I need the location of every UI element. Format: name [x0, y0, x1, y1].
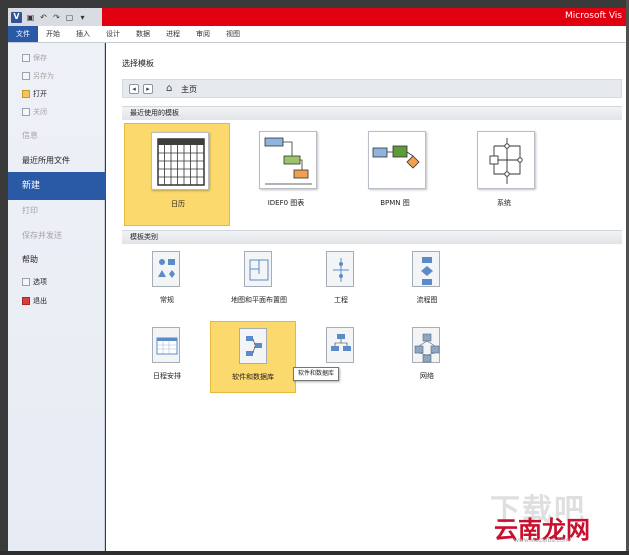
flowchart-icon [408, 251, 440, 290]
recent-template-bpmn[interactable]: BPMN 图 [342, 123, 448, 226]
category-label: 流程图 [416, 296, 438, 304]
template-label: IDEF0 图表 [267, 199, 305, 207]
idef0-thumbnail-icon [259, 131, 317, 189]
category-hidden-by-tooltip[interactable] [298, 321, 384, 393]
category-label: 日程安排 [153, 372, 181, 380]
redo-icon[interactable]: ↷ [52, 13, 61, 22]
nav-close[interactable]: 关闭 [22, 107, 47, 117]
ribbon-tabs: 文件 开始 插入 设计 数据 进程 审阅 视图 [8, 26, 626, 43]
save-icon [22, 54, 30, 62]
watermark-logo: 下载吧 云南龙网 www.xiazaiba.com [470, 485, 620, 545]
new-icon[interactable]: ▢ [65, 13, 74, 22]
template-panel: 选择模板 ◂ ▸ ⌂ 主页 最近使用的模板 日历 IDEF0 图表 BPMN 图… [106, 43, 626, 551]
close-file-icon [22, 108, 30, 116]
tab-design[interactable]: 设计 [98, 26, 128, 42]
app-title: Microsoft Vis [565, 11, 622, 21]
undo-icon[interactable]: ↶ [39, 13, 48, 22]
watermark-url: www.xiazaiba.com [514, 537, 570, 544]
window-frame-bottom [0, 551, 629, 555]
template-label: BPMN 图 [380, 199, 410, 207]
tab-review[interactable]: 审阅 [188, 26, 218, 42]
visio-logo-icon[interactable]: V [11, 11, 22, 23]
tab-home[interactable]: 开始 [38, 26, 68, 42]
nav-print[interactable]: 打印 [22, 205, 38, 216]
schedule-icon [148, 327, 180, 366]
category-flowchart[interactable]: 流程图 [384, 245, 470, 317]
recent-template-system[interactable]: 系统 [451, 123, 557, 226]
org-chart-icon [322, 327, 354, 366]
category-engineering[interactable]: 工程 [298, 245, 384, 317]
folder-icon [22, 90, 30, 98]
tab-view[interactable]: 视图 [218, 26, 248, 42]
options-icon [22, 278, 30, 286]
template-label: 系统 [497, 199, 511, 207]
nav-save-send[interactable]: 保存并发送 [22, 230, 62, 241]
home-icon[interactable]: ⌂ [166, 83, 172, 94]
exit-icon [22, 297, 30, 305]
save-icon[interactable]: ▣ [26, 13, 35, 22]
save-as-icon [22, 72, 30, 80]
calendar-thumbnail-icon [151, 132, 209, 190]
tab-file[interactable]: 文件 [8, 26, 38, 42]
category-schedule[interactable]: 日程安排 [124, 321, 210, 393]
backstage-nav: 保存 另存为 打开 关闭 信息 最近所用文件 新建 打印 保存并发送 帮助 选项… [8, 43, 115, 551]
template-navbar: ◂ ▸ ⌂ 主页 [122, 79, 622, 98]
category-label: 工程 [334, 296, 348, 304]
template-label: 日历 [171, 200, 185, 208]
bpmn-thumbnail-icon [368, 131, 426, 189]
category-label: 常规 [160, 296, 174, 304]
category-general[interactable]: 常规 [124, 245, 210, 317]
nav-exit[interactable]: 退出 [22, 296, 47, 306]
category-label: 网络 [420, 372, 434, 380]
tab-data[interactable]: 数据 [128, 26, 158, 42]
engineering-icon [322, 251, 354, 290]
nav-help[interactable]: 帮助 [22, 254, 38, 265]
floor-plan-icon [240, 251, 272, 290]
category-network[interactable]: 网络 [384, 321, 470, 393]
page-title: 选择模板 [122, 59, 154, 68]
title-bar: V ▣ ↶ ↷ ▢ ▾ Microsoft Vis [8, 8, 626, 26]
recent-templates-header: 最近使用的模板 [122, 106, 622, 120]
network-icon [408, 327, 440, 366]
category-maps-floor-plans[interactable]: 地图和平面布置图 [210, 245, 308, 317]
recent-template-calendar[interactable]: 日历 [124, 123, 230, 226]
category-label: 地图和平面布置图 [231, 296, 287, 304]
tooltip: 软件和数据库 [293, 367, 340, 381]
customize-icon[interactable]: ▾ [78, 13, 87, 22]
forward-icon[interactable]: ▸ [143, 84, 153, 94]
general-shapes-icon [148, 251, 180, 290]
nav-options[interactable]: 选项 [22, 277, 47, 287]
category-label: 软件和数据库 [232, 373, 274, 381]
system-thumbnail-icon [477, 131, 535, 189]
quick-access-toolbar: V ▣ ↶ ↷ ▢ ▾ [8, 8, 102, 26]
tab-insert[interactable]: 插入 [68, 26, 98, 42]
nav-info[interactable]: 信息 [22, 130, 38, 141]
nav-open[interactable]: 打开 [22, 89, 47, 99]
nav-save[interactable]: 保存 [22, 53, 47, 63]
recent-template-idef0[interactable]: IDEF0 图表 [233, 123, 339, 226]
nav-save-as[interactable]: 另存为 [22, 71, 54, 81]
nav-new[interactable]: 新建 [8, 172, 115, 200]
nav-recent[interactable]: 最近所用文件 [22, 155, 70, 166]
home-link[interactable]: 主页 [181, 84, 197, 95]
software-database-icon [235, 328, 267, 367]
category-software-database[interactable]: 软件和数据库 [210, 321, 296, 393]
tab-process[interactable]: 进程 [158, 26, 188, 42]
template-categories-header: 模板类别 [122, 230, 622, 244]
back-icon[interactable]: ◂ [129, 84, 139, 94]
window-frame-left [0, 0, 8, 555]
